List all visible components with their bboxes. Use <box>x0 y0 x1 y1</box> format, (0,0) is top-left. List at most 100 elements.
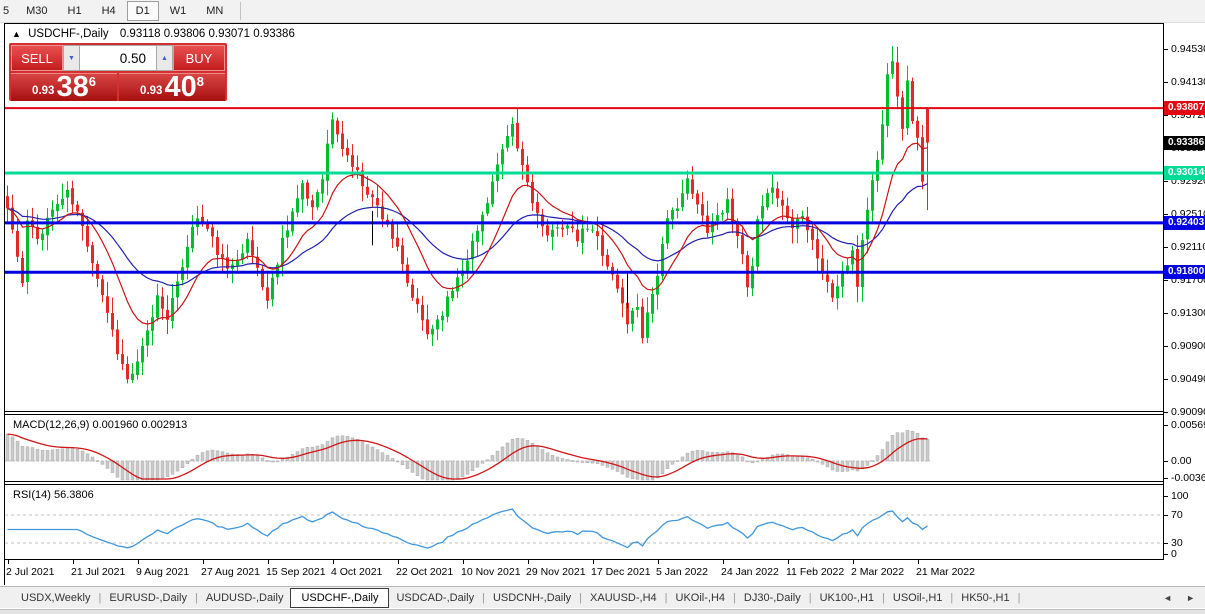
price-axis-tick <box>1164 346 1168 347</box>
volume-input[interactable]: 0.50 <box>80 45 156 71</box>
buy-button[interactable]: BUY <box>173 45 225 71</box>
tab-scroll-left-icon[interactable]: ◄ <box>1163 593 1172 603</box>
sell-price-pipette: 6 <box>89 74 96 89</box>
timeframe-button-5[interactable]: 5 <box>1 1 15 21</box>
chart-title: ▲ USDCHF-,Daily 0.93118 0.93806 0.93071 … <box>12 28 295 40</box>
tab-uk100[interactable]: UK100-,H1 <box>813 590 881 606</box>
tab-ukoil[interactable]: UKOil-,H4 <box>669 590 733 606</box>
macd-label: MACD(12,26,9) 0.001960 0.002913 <box>13 419 187 431</box>
date-axis-label: 21 Jul 2021 <box>71 566 125 578</box>
price-axis-tick <box>1164 214 1168 215</box>
date-axis-label: 9 Aug 2021 <box>136 566 189 578</box>
chart-tab-bar: USDX,Weekly|EURUSD-,Daily|AUDUSD-,DailyU… <box>0 586 1205 608</box>
price-axis-tick-label: 0.90900 <box>1171 340 1205 352</box>
price-level-tag: 0.93386 <box>1164 136 1205 150</box>
price-axis-tick <box>1164 379 1168 380</box>
price-axis-tick <box>1164 247 1168 248</box>
date-axis-tick <box>788 560 789 564</box>
date-axis-tick <box>528 560 529 564</box>
date-axis-label: 24 Jan 2022 <box>721 566 779 578</box>
tab-usdx[interactable]: USDX,Weekly <box>14 590 97 606</box>
indicator-axis-tick <box>1164 478 1168 479</box>
toolbar-separator <box>240 2 241 20</box>
panel-divider[interactable] <box>5 481 1164 482</box>
tab-usoil[interactable]: USOil-,H1 <box>886 590 950 606</box>
indicator-axis-tick-label: 0.005692 <box>1171 419 1205 431</box>
buy-price-prefix: 0.93 <box>140 85 162 97</box>
collapse-arrow-icon[interactable]: ▲ <box>12 29 21 39</box>
date-axis-tick <box>918 560 919 564</box>
sell-button[interactable]: SELL <box>11 45 63 71</box>
date-axis-tick <box>723 560 724 564</box>
panel-divider[interactable] <box>5 414 1164 415</box>
rsi-label: RSI(14) 56.3806 <box>13 489 94 501</box>
status-strip <box>0 609 1205 614</box>
indicator-axis-tick <box>1164 515 1168 516</box>
indicator-axis-tick-label: 100 <box>1171 490 1189 502</box>
panel-divider[interactable] <box>5 411 1164 412</box>
date-axis-label: 2 Mar 2022 <box>851 566 904 578</box>
indicator-axis-tick-label: -0.00365 <box>1171 472 1205 484</box>
date-axis-tick <box>138 560 139 564</box>
indicator-axis-tick <box>1164 425 1168 426</box>
indicator-axis-tick <box>1164 543 1168 544</box>
date-axis-label: 10 Nov 2021 <box>461 566 521 578</box>
price-axis-tick <box>1164 313 1168 314</box>
sell-price-main: 38 <box>56 75 88 100</box>
date-axis-label: 17 Dec 2021 <box>591 566 651 578</box>
price-axis-tick <box>1164 280 1168 281</box>
timeframe-button-m30[interactable]: M30 <box>17 1 56 21</box>
price-axis-tick <box>1164 181 1168 182</box>
price-level-tag: 0.93014 <box>1164 166 1205 180</box>
date-axis-tick <box>853 560 854 564</box>
timeframe-button-w1[interactable]: W1 <box>161 1 196 21</box>
panel-divider[interactable] <box>5 484 1164 485</box>
timeframe-button-h4[interactable]: H4 <box>93 1 125 21</box>
chart-window: ▲ USDCHF-,Daily 0.93118 0.93806 0.93071 … <box>4 23 1164 585</box>
price-axis-tick <box>1164 49 1168 50</box>
tab-scroll-controls: ◄► <box>1163 593 1205 603</box>
tab-usdcad[interactable]: USDCAD-,Daily <box>389 590 481 606</box>
date-axis-tick <box>658 560 659 564</box>
tab-usdchf[interactable]: USDCHF-,Daily <box>290 588 389 608</box>
date-axis-label: 5 Jan 2022 <box>656 566 708 578</box>
buy-price-main: 40 <box>164 75 196 100</box>
date-axis-tick <box>593 560 594 564</box>
tab-scroll-right-icon[interactable]: ► <box>1186 593 1195 603</box>
price-level-tag: 0.93807 <box>1164 101 1205 115</box>
timeframe-button-d1[interactable]: D1 <box>127 1 159 21</box>
trading-terminal: 5M30H1H4D1W1MN ▲ USDCHF-,Daily 0.93118 0… <box>0 0 1205 614</box>
buy-price-display[interactable]: 0.93 40 8 <box>119 73 225 101</box>
price-axis[interactable]: 0.945300.941300.937200.933200.929200.925… <box>1163 23 1205 585</box>
sell-price-prefix: 0.93 <box>32 85 54 97</box>
timeframe-button-mn[interactable]: MN <box>197 1 232 21</box>
tab-audusd[interactable]: AUDUSD-,Daily <box>199 590 291 606</box>
tab-xauusd[interactable]: XAUUSD-,H4 <box>583 590 664 606</box>
volume-increase-button[interactable]: ▲ <box>156 45 173 71</box>
tab-usdcnh[interactable]: USDCNH-,Daily <box>486 590 578 606</box>
price-axis-tick <box>1164 115 1168 116</box>
macd-histogram <box>6 430 929 480</box>
indicator-axis-tick-label: 0 <box>1171 548 1177 560</box>
date-axis-tick <box>463 560 464 564</box>
date-axis-tick <box>73 560 74 564</box>
price-level-tag: 0.92403 <box>1164 216 1205 230</box>
rsi-indicator-canvas[interactable] <box>5 487 1164 559</box>
price-axis-tick-label: 0.90090 <box>1171 406 1205 418</box>
timeframe-button-h1[interactable]: H1 <box>59 1 91 21</box>
tab-eurusd[interactable]: EURUSD-,Daily <box>102 590 194 606</box>
chart-border-bottom <box>5 559 1164 560</box>
tab-dj30[interactable]: DJ30-,Daily <box>737 590 808 606</box>
buy-price-pipette: 8 <box>197 74 204 89</box>
chart-ohlc-values: 0.93118 0.93806 0.93071 0.93386 <box>120 28 295 40</box>
tab-hk50[interactable]: HK50-,H1 <box>954 590 1016 606</box>
volume-decrease-button[interactable]: ▼ <box>63 45 80 71</box>
indicator-axis-tick-label: 70 <box>1171 509 1183 521</box>
price-axis-tick-label: 0.94130 <box>1171 76 1205 88</box>
indicator-axis-tick-label: 0.00 <box>1171 455 1191 467</box>
date-axis-tick <box>268 560 269 564</box>
date-axis-label: 15 Sep 2021 <box>266 566 326 578</box>
one-click-trade-panel: SELL ▼ 0.50 ▲ BUY 0.93 38 6 0.93 40 8 <box>9 43 227 101</box>
indicator-axis-tick <box>1164 496 1168 497</box>
sell-price-display[interactable]: 0.93 38 6 <box>11 73 117 101</box>
